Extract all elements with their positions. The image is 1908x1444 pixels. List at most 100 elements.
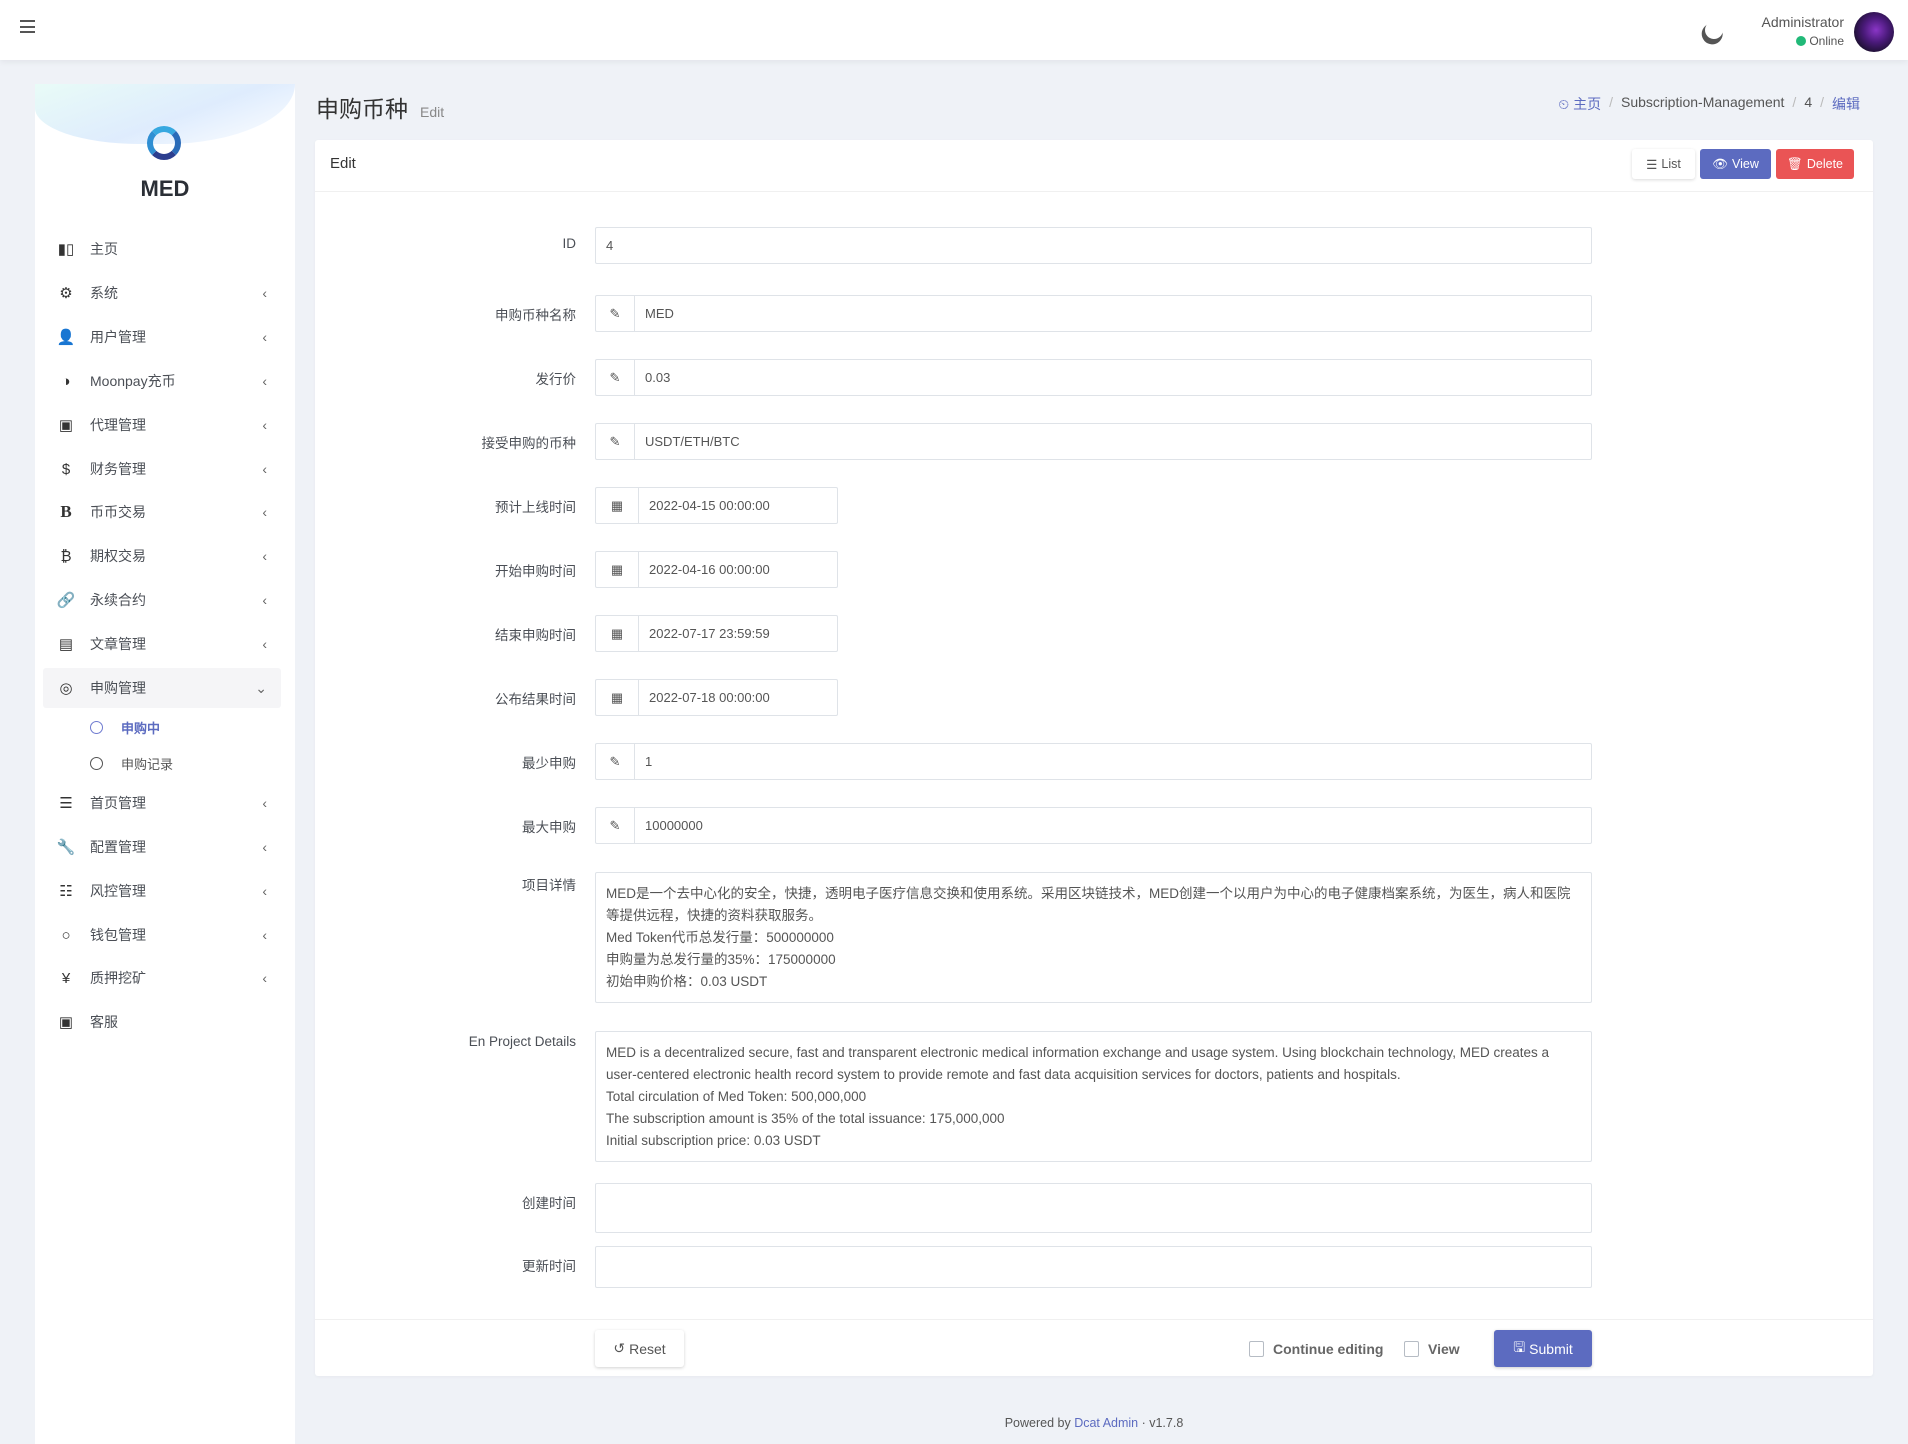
yen-icon: ¥ <box>61 969 71 987</box>
circle-icon: ○ <box>61 926 71 944</box>
view-button[interactable]: 👁 View <box>1700 149 1771 179</box>
brand-name: MED <box>140 176 190 201</box>
launch_time-input[interactable]: ▦ 2022-04-15 00:00:00 <box>595 487 838 524</box>
dark-mode-moon-icon[interactable] <box>1702 18 1725 41</box>
circle-icon <box>90 756 103 770</box>
delete-button[interactable]: 🗑 Delete <box>1776 149 1854 179</box>
created-label: 创建时间 <box>522 1196 576 1211</box>
chevron-left-icon: ‹ <box>262 970 267 986</box>
top-navbar: Administrator Online <box>0 0 1908 60</box>
sidebar-item-5[interactable]: $ 财务管理 ‹ <box>43 449 281 489</box>
calendar-icon: ▦ <box>596 488 639 523</box>
sidebar-item-after-4[interactable]: ¥ 质押挖矿 ‹ <box>43 958 281 998</box>
dollar-icon: $ <box>61 460 71 478</box>
created-input[interactable] <box>595 1183 1592 1233</box>
pencil-icon: ✎ <box>596 296 635 331</box>
max-input[interactable]: ✎ 10000000 <box>595 807 1592 844</box>
view-checkbox[interactable]: View <box>1404 1341 1460 1357</box>
name-label: 申购币种名称 <box>495 308 576 323</box>
avatar[interactable] <box>1854 12 1894 52</box>
form-footer-divider <box>315 1319 1873 1320</box>
pencil-icon: ✎ <box>596 744 635 779</box>
bold-b-icon: B <box>60 502 72 521</box>
undo-icon: ↺ <box>613 1340 626 1356</box>
submit-button[interactable]: 🖫 Submit <box>1494 1330 1592 1367</box>
sidebar-item-4[interactable]: ▣ 代理管理 ‹ <box>43 405 281 445</box>
chevron-left-icon: ‹ <box>262 329 267 345</box>
id-card-icon: ▣ <box>58 1014 74 1031</box>
card-title: Edit <box>330 155 356 172</box>
circle-icon <box>90 720 103 734</box>
card-header-divider <box>315 191 1873 192</box>
updated-input[interactable] <box>595 1246 1592 1288</box>
continue-editing-checkbox[interactable]: Continue editing <box>1249 1341 1383 1357</box>
sidebar-item-after-3[interactable]: ○ 钱包管理 ‹ <box>43 915 281 955</box>
sidebar-item-after-5[interactable]: ▣ 客服 <box>43 1002 281 1042</box>
breadcrumb-home[interactable]: ⏲ 主页 <box>1558 94 1601 114</box>
sidebar-subitem-1[interactable]: 申购记录 <box>90 746 173 780</box>
breadcrumb: ⏲ 主页 / Subscription-Management/ 4/ 编辑 <box>1558 94 1860 114</box>
chevron-left-icon: ‹ <box>262 285 267 301</box>
trash-icon: 🗑 <box>1786 156 1803 171</box>
en-details-label: En Project Details <box>468 1034 576 1049</box>
breadcrumb-current: 编辑 <box>1832 96 1860 112</box>
min-label: 最少申购 <box>522 756 576 771</box>
sidebar-item-6[interactable]: B 币币交易 ‹ <box>43 492 281 532</box>
save-icon: 🖫 <box>1513 1338 1526 1355</box>
bitcoin-icon: ₿ <box>60 547 72 565</box>
sidebar-item-2[interactable]: 👤 用户管理 ‹ <box>43 317 281 357</box>
calendar-icon: ▦ <box>596 616 639 651</box>
chevron-down-icon: ⌄ <box>255 679 267 696</box>
reset-button[interactable]: ↺ Reset <box>595 1330 684 1367</box>
sidebar-item-7[interactable]: ₿ 期权交易 ‹ <box>43 536 281 576</box>
result_time-input[interactable]: ▦ 2022-07-18 00:00:00 <box>595 679 838 716</box>
wrench-icon: 🔧 <box>56 839 76 856</box>
sidebar-item-1[interactable]: ⚙ 系统 ‹ <box>43 273 281 313</box>
sidebar-item-10[interactable]: ◎ 申购管理 ⌄ <box>43 668 281 708</box>
users-icon: 👤 <box>56 329 76 346</box>
online-dot-icon <box>1796 36 1807 46</box>
en-details-textarea[interactable]: MED is a decentralized secure, fast and … <box>595 1031 1592 1162</box>
user-status: Online <box>1796 34 1844 48</box>
user-name[interactable]: Administrator <box>1762 14 1844 30</box>
outdent-icon: ☷ <box>59 883 73 900</box>
sidebar-item-after-2[interactable]: ☷ 风控管理 ‹ <box>43 871 281 911</box>
page-footer: Powered by Dcat Admin · v1.7.8 <box>1004 1416 1184 1430</box>
bar-chart-icon: ▮▯ <box>57 241 75 258</box>
dcat-admin-link[interactable]: Dcat Admin <box>1074 1416 1138 1430</box>
price-input[interactable]: ✎ 0.03 <box>595 359 1592 396</box>
accepted-label: 接受申购的币种 <box>481 436 577 451</box>
start_time-input[interactable]: ▦ 2022-04-16 00:00:00 <box>595 551 838 588</box>
id-label: ID <box>562 236 577 251</box>
accepted-input[interactable]: ✎ USDT/ETH/BTC <box>595 423 1592 460</box>
breadcrumb-section[interactable]: Subscription-Management <box>1621 94 1784 114</box>
sidebar-item-3[interactable]: ◑ Moonpay充币 ‹ <box>43 361 281 401</box>
hamburger-menu-icon[interactable] <box>20 20 35 33</box>
id-input[interactable]: 4 <box>595 227 1592 264</box>
sidebar-item-0[interactable]: ▮▯ 主页 <box>43 229 281 269</box>
page-title: 申购币种 Edit <box>316 96 445 122</box>
updated-label: 更新时间 <box>522 1259 576 1274</box>
sidebar-item-after-1[interactable]: 🔧 配置管理 ‹ <box>43 827 281 867</box>
sidebar-subitem-0[interactable]: 申购中 <box>90 710 160 744</box>
half-circle-icon: ◑ <box>61 372 71 390</box>
name-input[interactable]: ✎ MED <box>595 295 1592 332</box>
list-button[interactable]: ☰ List <box>1632 149 1695 179</box>
end_time-input[interactable]: ▦ 2022-07-17 23:59:59 <box>595 615 838 652</box>
chevron-left-icon: ‹ <box>262 795 267 811</box>
list-icon: ☰ <box>1646 157 1658 172</box>
sidebar-item-8[interactable]: 🔗 永续合约 ‹ <box>43 580 281 620</box>
sidebar-item-after-0[interactable]: ☰ 首页管理 ‹ <box>43 783 281 823</box>
breadcrumb-id[interactable]: 4 <box>1804 94 1812 114</box>
chevron-left-icon: ‹ <box>262 548 267 564</box>
id-card-icon: ▣ <box>58 417 74 434</box>
sidebar-item-9[interactable]: ▤ 文章管理 ‹ <box>43 624 281 664</box>
newspaper-icon: ▤ <box>58 636 74 653</box>
details-label: 项目详情 <box>522 878 576 893</box>
max-label: 最大申购 <box>522 820 576 835</box>
details-textarea[interactable]: MED是一个去中心化的安全，快捷，透明电子医疗信息交换和使用系统。采用区块链技术… <box>595 872 1592 1003</box>
chevron-left-icon: ‹ <box>262 883 267 899</box>
launch_time-label: 预计上线时间 <box>495 500 576 515</box>
chevron-left-icon: ‹ <box>262 839 267 855</box>
min-input[interactable]: ✎ 1 <box>595 743 1592 780</box>
